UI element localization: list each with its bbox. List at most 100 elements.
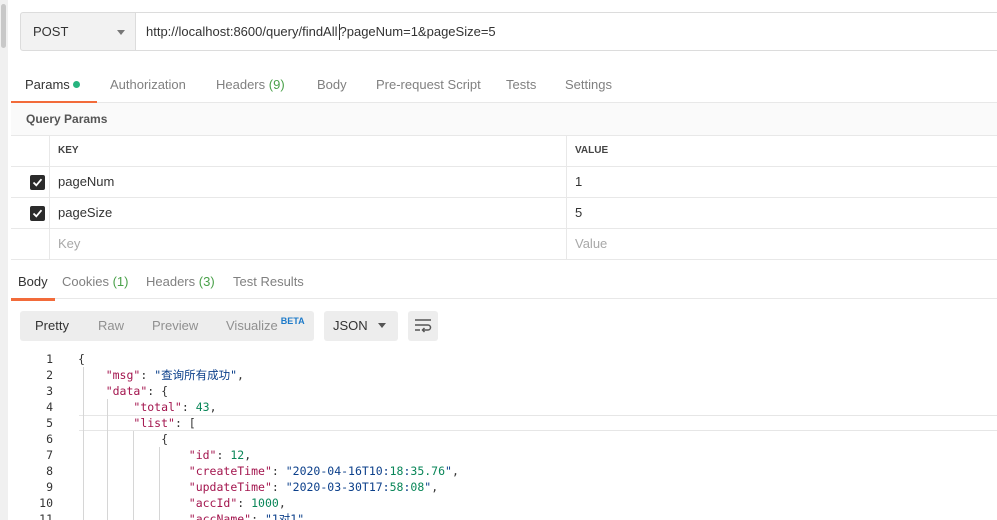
tab-body-label: Body	[317, 77, 347, 92]
code-text: "data": {	[105, 384, 169, 398]
code-line: 6 {	[11, 431, 997, 447]
tab-test-results[interactable]: Test Results	[233, 267, 304, 300]
tab-settings[interactable]: Settings	[565, 70, 612, 103]
table-row: pageSize 5	[11, 198, 997, 229]
left-scrollbar[interactable]	[0, 0, 8, 520]
code-line: 10 "accId": 1000,	[11, 495, 997, 511]
request-tabs: Params Authorization Headers (9) Body Pr…	[11, 70, 997, 104]
headers-count-badge: (9)	[268, 77, 285, 92]
tab-cookies-label: Cookies	[62, 274, 109, 289]
chevron-down-icon	[117, 30, 125, 35]
tab-pre-request-label: Pre-request Script	[376, 77, 481, 92]
table-header-row: KEY VALUE	[11, 136, 997, 167]
scrollbar-thumb[interactable]	[1, 4, 6, 48]
beta-badge: BETA	[280, 316, 305, 326]
new-key-input[interactable]: Key	[50, 229, 567, 260]
query-params-title: Query Params	[26, 112, 108, 126]
line-number: 10	[39, 496, 53, 510]
code-text: "msg": "查询所有成功",	[105, 368, 244, 382]
tab-response-body-label: Body	[18, 274, 48, 289]
code-line: 3 "data": {	[11, 383, 997, 399]
tab-cookies[interactable]: Cookies (1)	[62, 267, 128, 300]
tab-authorization-label: Authorization	[110, 77, 186, 92]
tab-test-results-label: Test Results	[233, 274, 304, 289]
active-tab-underline	[11, 298, 55, 301]
code-text: "id": 12,	[188, 448, 252, 462]
check-icon	[32, 178, 43, 187]
key-column-header: KEY	[50, 136, 567, 167]
line-number: 1	[46, 352, 53, 366]
tab-response-headers[interactable]: Headers (3)	[146, 267, 215, 300]
code-line: 2 "msg": "查询所有成功",	[11, 367, 997, 383]
url-input[interactable]: http://localhost:8600/query/findAll ?page…	[136, 12, 997, 51]
line-number: 4	[46, 400, 53, 414]
code-text: "total": 43,	[133, 400, 217, 414]
pretty-button[interactable]: Pretty	[35, 311, 69, 341]
code-line: 1{	[11, 351, 997, 367]
param-value-cell[interactable]: 1	[567, 167, 997, 198]
tab-tests-label: Tests	[506, 77, 537, 92]
code-text: "createTime": "2020-04-16T10:18:35.76",	[188, 464, 459, 478]
tab-authorization[interactable]: Authorization	[110, 70, 186, 103]
param-key-cell[interactable]: pageSize	[50, 198, 567, 229]
line-number: 7	[46, 448, 53, 462]
visualize-label: Visualize	[226, 318, 278, 333]
query-params-header: Query Params	[11, 103, 997, 136]
tab-settings-label: Settings	[565, 77, 612, 92]
cookies-count-badge: (1)	[112, 274, 129, 289]
line-number: 5	[46, 416, 53, 430]
row-check-cell	[11, 229, 50, 260]
code-line: 8 "createTime": "2020-04-16T10:18:35.76"…	[11, 463, 997, 479]
url-text-after-cursor: ?pageNum=1&pageSize=5	[339, 24, 496, 39]
tab-headers-label: Headers	[216, 77, 266, 92]
response-body-viewer[interactable]: 1{2 "msg": "查询所有成功", 3 "data": {4 "total"…	[11, 351, 997, 520]
tab-headers[interactable]: Headers (9)	[216, 70, 285, 103]
raw-button[interactable]: Raw	[98, 311, 124, 341]
visualize-button[interactable]: Visualize BETA	[226, 311, 305, 341]
chevron-down-icon	[378, 323, 386, 328]
table-row-new: Key Value	[11, 229, 997, 260]
code-text: {	[78, 432, 169, 446]
line-number: 11	[39, 512, 53, 520]
preview-button[interactable]: Preview	[152, 311, 198, 341]
code-line: 5 "list": [	[11, 415, 997, 431]
code-line: 4 "total": 43,	[11, 399, 997, 415]
code-text: "updateTime": "2020-03-30T17:58:08",	[188, 480, 439, 494]
code-line: 11 "accName": "1对1",	[11, 511, 997, 520]
view-mode-switcher: Pretty Raw Preview Visualize BETA	[20, 311, 314, 341]
method-select[interactable]: POST	[20, 12, 136, 51]
check-icon	[32, 209, 43, 218]
url-text-before-cursor: http://localhost:8600/query/findAll	[146, 24, 338, 39]
tab-tests[interactable]: Tests	[506, 70, 536, 103]
tab-pre-request-script[interactable]: Pre-request Script	[376, 70, 481, 103]
line-number: 8	[46, 464, 53, 478]
tab-response-body[interactable]: Body	[11, 267, 55, 301]
code-text: "list": [	[133, 416, 196, 430]
code-text: "accId": 1000,	[188, 496, 286, 510]
code-text: {	[78, 352, 85, 366]
tab-params[interactable]: Params	[11, 70, 97, 104]
tab-body[interactable]: Body	[317, 70, 347, 103]
line-number: 6	[46, 432, 53, 446]
header-check-cell	[11, 136, 50, 167]
code-text: "accName": "1对1",	[188, 512, 312, 520]
response-headers-count-badge: (3)	[198, 274, 215, 289]
wrap-lines-button[interactable]	[408, 311, 438, 341]
line-number: 2	[46, 368, 53, 382]
code-line: 7 "id": 12,	[11, 447, 997, 463]
param-checkbox[interactable]	[30, 206, 45, 221]
method-label: POST	[33, 24, 69, 39]
format-select[interactable]: JSON	[324, 311, 398, 341]
row-check-cell	[11, 167, 50, 198]
param-key-cell[interactable]: pageNum	[50, 167, 567, 198]
status-dot-icon	[72, 81, 80, 89]
new-value-input[interactable]: Value	[567, 229, 997, 260]
param-checkbox[interactable]	[30, 175, 45, 190]
tab-params-label: Params	[25, 77, 70, 92]
value-column-header: VALUE	[575, 145, 609, 156]
tab-response-headers-label: Headers	[146, 274, 196, 289]
row-check-cell	[11, 198, 50, 229]
format-label: JSON	[333, 318, 368, 333]
param-value-cell[interactable]: 5	[567, 198, 997, 229]
code-line: 9 "updateTime": "2020-03-30T17:58:08",	[11, 479, 997, 495]
